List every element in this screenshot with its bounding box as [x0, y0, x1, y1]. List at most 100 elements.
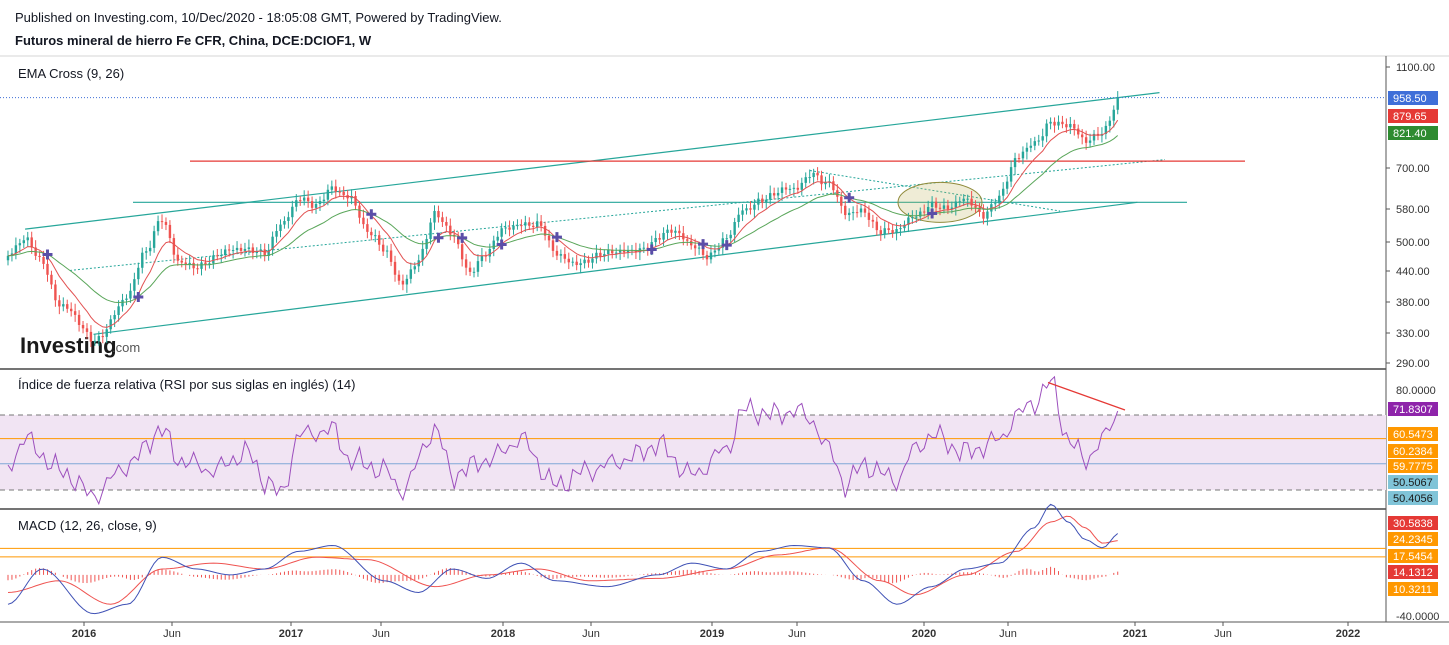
candle-body	[480, 255, 484, 262]
candle-body	[283, 220, 286, 225]
candle-body	[508, 227, 511, 230]
candle-body	[464, 259, 468, 268]
candle-body	[520, 225, 523, 227]
macd-layer	[0, 503, 1386, 615]
time-axis-label: 2021	[1123, 628, 1147, 640]
candle-body	[567, 258, 570, 263]
candle-body	[911, 217, 914, 219]
svg-text:.com: .com	[112, 340, 140, 355]
candle-body	[385, 250, 389, 252]
candle-body	[1108, 120, 1112, 126]
candle-body	[1001, 188, 1005, 196]
drawing-lines-layer	[0, 92, 1386, 335]
candle-body	[156, 221, 160, 232]
price-axis-label: 290.00	[1396, 358, 1430, 370]
candle-body	[1013, 158, 1017, 168]
rsi_tags-tag-label: 50.5067	[1393, 477, 1433, 489]
candle-body	[547, 235, 551, 241]
candle-body	[145, 251, 148, 253]
candle-body	[160, 221, 164, 223]
candle-body	[125, 298, 128, 300]
candle-body	[994, 203, 997, 205]
candle-body	[934, 201, 938, 208]
candle-body	[366, 224, 369, 232]
candle-body	[109, 319, 112, 330]
candle-body	[263, 249, 266, 256]
rsi-pane-title: Índice de fuerza relativa (RSI por sus s…	[18, 377, 355, 392]
candle-body	[389, 250, 393, 262]
candle-body	[1065, 124, 1068, 128]
candle-body	[895, 229, 898, 234]
candle-body	[642, 247, 646, 249]
candle-body	[709, 252, 713, 260]
candle-body	[982, 211, 985, 219]
candle-body	[844, 205, 847, 216]
candle-body	[310, 201, 314, 208]
candle-body	[946, 205, 950, 210]
candle-body	[492, 240, 495, 249]
macd_tags-tag-label: 17.5454	[1393, 551, 1433, 563]
candle-body	[133, 279, 136, 291]
candle-body	[334, 186, 337, 192]
candle-body	[401, 280, 405, 285]
candle-body	[275, 230, 278, 237]
candle-body	[808, 177, 811, 179]
candle-body	[164, 221, 168, 225]
candle-body	[753, 204, 756, 210]
price-axis-label: 440.00	[1396, 266, 1430, 278]
candle-body	[42, 257, 45, 264]
candle-body	[62, 304, 65, 307]
candle-body	[697, 247, 701, 249]
candle-body	[733, 222, 736, 235]
candle-body	[1049, 121, 1052, 124]
rsi_tags-tag-label: 50.4056	[1393, 493, 1433, 505]
candle-body	[279, 224, 282, 231]
candle-body	[780, 187, 784, 193]
candle-body	[358, 205, 361, 218]
candle-body	[579, 263, 582, 266]
candle-body	[729, 234, 732, 239]
candle-body	[658, 237, 661, 240]
candle-body	[69, 308, 73, 312]
candle-body	[1057, 121, 1060, 126]
candle-body	[97, 336, 101, 341]
macd_tags-tag-label: 30.5838	[1393, 518, 1433, 530]
candle-body	[1084, 137, 1088, 143]
candle-body	[295, 200, 298, 207]
candle-body	[784, 187, 788, 190]
candle-body	[1033, 141, 1036, 146]
candle-body	[776, 192, 780, 196]
candle-body	[1037, 140, 1040, 142]
macd_tags-tag-label: 24.2345	[1393, 534, 1433, 546]
candle-body	[923, 211, 926, 213]
candle-body	[678, 230, 681, 234]
candle-body	[299, 200, 302, 202]
candle-body	[26, 237, 29, 241]
candle-body	[192, 262, 195, 269]
candle-body	[851, 212, 855, 214]
macd-signal-line	[7, 515, 1118, 605]
candle-body	[871, 219, 875, 222]
candle-body	[512, 225, 515, 230]
candle-body	[583, 259, 586, 264]
candle-body	[405, 278, 409, 285]
candle-body	[575, 261, 578, 266]
candle-body	[243, 248, 247, 251]
time-axis-label: 2018	[491, 628, 515, 640]
candle-body	[693, 245, 697, 249]
candle-body	[614, 252, 618, 254]
candle-body	[863, 208, 867, 213]
ema-cross-marker	[433, 232, 444, 243]
candle-body	[204, 262, 207, 265]
candle-body	[413, 266, 416, 270]
candle-body	[954, 201, 958, 208]
price-axis-label: 380.00	[1396, 297, 1430, 309]
candle-body	[168, 224, 172, 239]
candle-body	[437, 210, 440, 218]
chart-canvas[interactable]: EMA Cross (9, 26) Índice de fuerza relat…	[0, 0, 1449, 645]
candle-body	[974, 205, 977, 208]
candle-body	[686, 239, 689, 241]
candle-body	[488, 248, 492, 257]
candle-body	[765, 199, 768, 203]
candle-body	[239, 247, 243, 251]
